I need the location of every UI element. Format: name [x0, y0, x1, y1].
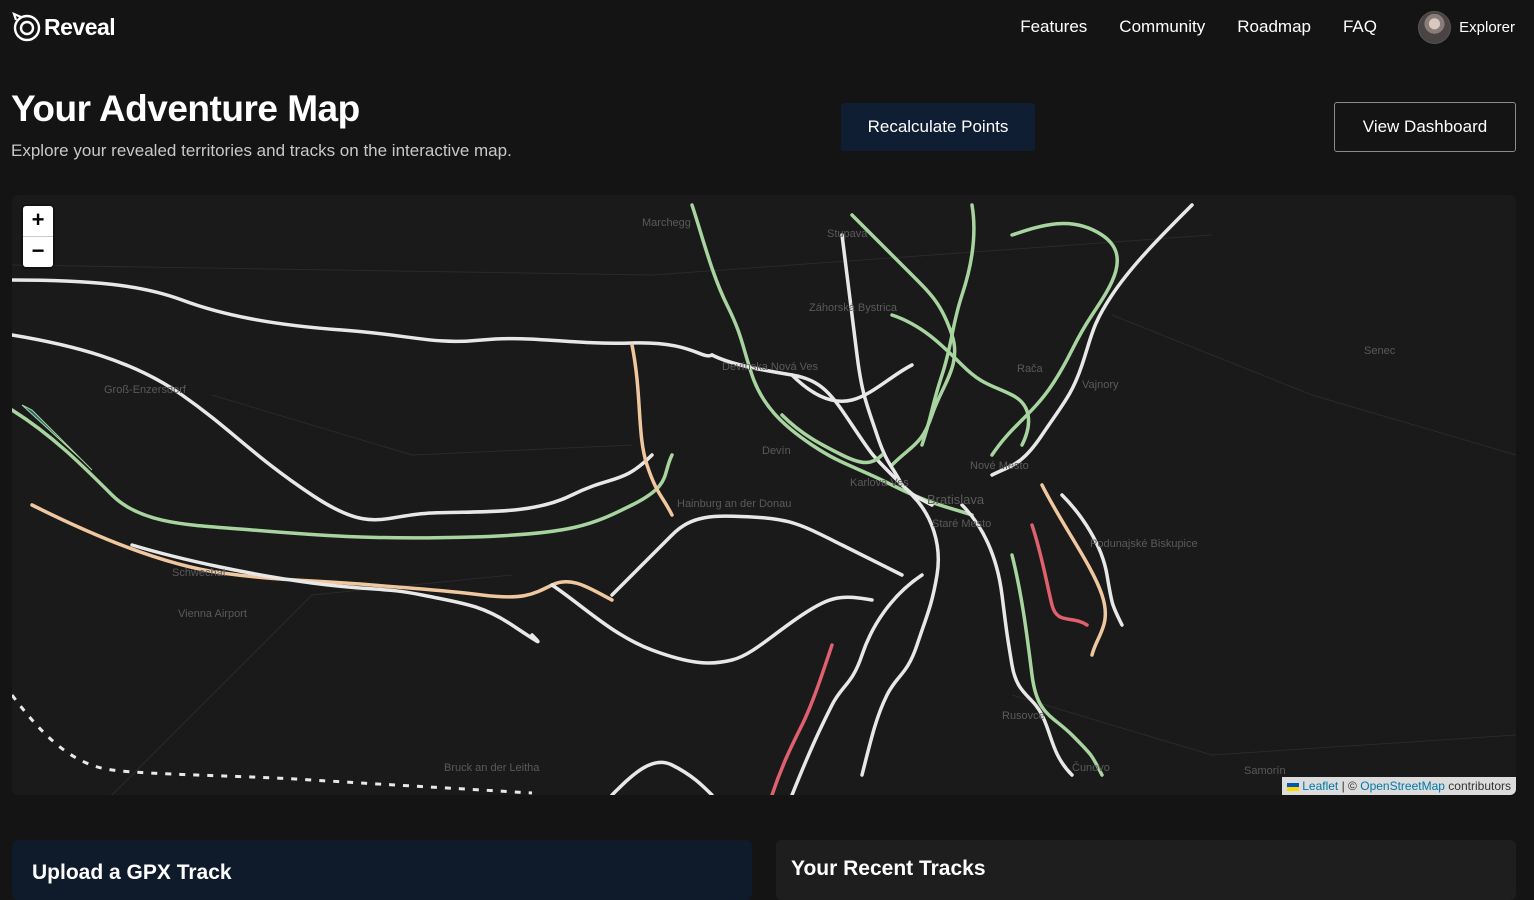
- recalculate-points-button[interactable]: Recalculate Points: [841, 103, 1035, 151]
- zoom-control: + −: [23, 206, 53, 267]
- page-title: Your Adventure Map: [11, 88, 360, 129]
- place-label: Stupava: [827, 228, 868, 240]
- place-label: Schwechat: [172, 567, 226, 579]
- map-attribution: Leaflet | © OpenStreetMap contributors: [1282, 777, 1516, 795]
- place-label: Hainburg an der Donau: [677, 498, 792, 510]
- view-dashboard-button[interactable]: View Dashboard: [1334, 102, 1516, 152]
- nav-link-community[interactable]: Community: [1119, 17, 1205, 37]
- upload-gpx-title: Upload a GPX Track: [32, 861, 232, 884]
- place-label: Samorín: [1244, 765, 1286, 777]
- place-label: Staré Mesto: [932, 518, 992, 530]
- map-tracks-layer: [12, 203, 1516, 795]
- place-label: Záhorská Bystrica: [809, 302, 898, 314]
- attribution-separator: | ©: [1341, 779, 1357, 793]
- place-label: Devínska Nová Ves: [722, 361, 818, 373]
- place-label: Marchegg: [642, 217, 691, 229]
- upload-gpx-card: Upload a GPX Track: [12, 840, 752, 900]
- user-name: Explorer: [1459, 19, 1515, 36]
- nav-link-roadmap[interactable]: Roadmap: [1237, 17, 1311, 37]
- recent-tracks-title: Your Recent Tracks: [791, 857, 986, 880]
- adventure-map[interactable]: Marchegg Stupava Záhorská Bystrica Devín…: [12, 195, 1516, 795]
- place-label: Rača: [1017, 363, 1043, 375]
- place-label: Karlova Ves: [850, 477, 909, 489]
- page-subtitle: Explore your revealed territories and tr…: [11, 141, 512, 160]
- leaflet-link[interactable]: Leaflet: [1302, 779, 1338, 793]
- place-label: Bratislava: [927, 492, 985, 507]
- nav-link-faq[interactable]: FAQ: [1343, 17, 1377, 37]
- attribution-contributors: contributors: [1448, 779, 1511, 793]
- logo[interactable]: Reveal: [12, 12, 116, 42]
- nav-links: Features Community Roadmap FAQ: [1020, 17, 1377, 37]
- place-label: Vienna Airport: [178, 608, 247, 620]
- ukraine-flag-icon: [1287, 782, 1300, 791]
- openstreetmap-link[interactable]: OpenStreetMap: [1360, 779, 1445, 793]
- zoom-in-button[interactable]: +: [23, 206, 53, 237]
- recent-tracks-card: Your Recent Tracks: [776, 840, 1516, 900]
- reveal-logo-icon: [12, 12, 41, 42]
- place-label: Čunovo: [1072, 762, 1110, 774]
- zoom-out-button[interactable]: −: [23, 237, 53, 267]
- place-label: Devín: [762, 445, 791, 457]
- place-label: Bruck an der Leitha: [444, 762, 540, 774]
- place-label: Rusovce: [1002, 710, 1045, 722]
- logo-text: Reveal: [44, 13, 116, 40]
- avatar: [1418, 11, 1452, 44]
- place-label: Senec: [1364, 345, 1396, 357]
- user-menu[interactable]: Explorer: [1418, 11, 1515, 44]
- place-label: Groß-Enzersdorf: [104, 384, 186, 396]
- top-nav: Reveal Features Community Roadmap FAQ Ex…: [0, 0, 1534, 56]
- place-label: Podunajské Biskupice: [1090, 538, 1198, 550]
- place-label: Vajnory: [1082, 379, 1119, 391]
- place-label: Nové Mesto: [970, 460, 1029, 472]
- nav-link-features[interactable]: Features: [1020, 17, 1087, 37]
